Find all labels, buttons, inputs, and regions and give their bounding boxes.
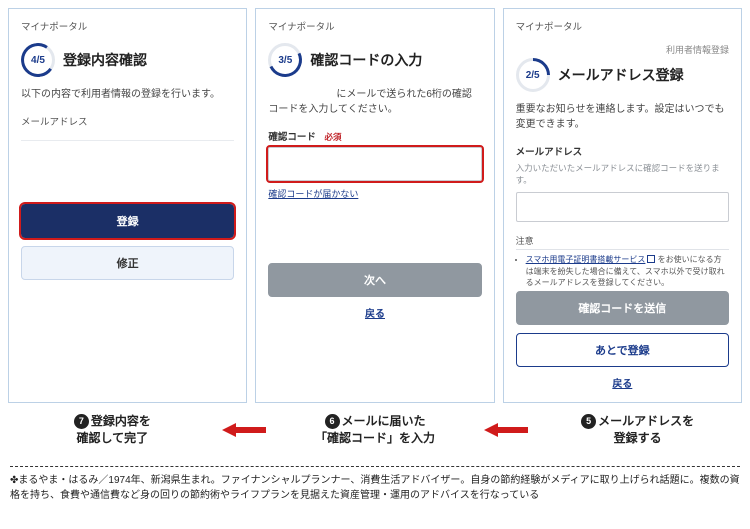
screens-row: マイナポータル 4/5 登録内容確認 以下の内容で利用者情報の登録を行います。 … <box>0 0 750 403</box>
code-label: 確認コード 必須 <box>268 129 481 143</box>
progress-circle-icon: 2/5 <box>516 58 550 92</box>
caption-7: 7登録内容を 確認して完了 <box>8 413 217 448</box>
next-button-label: 次へ <box>364 272 386 288</box>
captions-row: 7登録内容を 確認して完了 6メールに届いた 「確認コード」を入力 5メールアド… <box>0 403 750 462</box>
step-number: 3/5 <box>268 43 302 77</box>
screen-code: マイナポータル 3/5 確認コードの入力 にメールで送られた6桁の確認コードを入… <box>255 8 494 403</box>
later-button-label: あとで登録 <box>595 342 650 358</box>
breadcrumb: 利用者情報登録 <box>516 43 729 56</box>
bio-text: まるやま・はるみ／1974年、新潟県生まれ。ファイナンシャルプランナー、消費生活… <box>10 475 740 502</box>
step-number: 4/5 <box>21 43 55 77</box>
note-title: 注意 <box>516 234 729 250</box>
register-button[interactable]: 登録 <box>21 204 234 238</box>
later-button[interactable]: あとで登録 <box>516 333 729 367</box>
note-list: スマホ用電子証明書搭載サービス をお使いになる方は端末を紛失した場合に備えて、ス… <box>516 254 729 291</box>
page-title: 登録内容確認 <box>63 50 147 70</box>
required-badge: 必須 <box>324 132 341 142</box>
fix-button-label: 修正 <box>117 255 139 271</box>
step-header: 2/5 メールアドレス登録 <box>516 58 729 92</box>
email-help: 入力いただいたメールアドレスに確認コードを送ります。 <box>516 162 729 186</box>
page-description: 重要なお知らせを連絡します。設定はいつでも変更できます。 <box>516 102 729 132</box>
step-header: 3/5 確認コードの入力 <box>268 43 481 77</box>
next-button[interactable]: 次へ <box>268 263 481 297</box>
back-link[interactable]: 戻る <box>268 305 481 320</box>
page-title: メールアドレス登録 <box>558 65 684 85</box>
app-title: マイナポータル <box>268 19 481 33</box>
arrow-left-icon <box>221 423 267 437</box>
author-bio: ✤まるやま・はるみ／1974年、新潟県生まれ。ファイナンシャルプランナー、消費生… <box>10 466 740 504</box>
progress-circle-icon: 3/5 <box>268 43 302 77</box>
app-title: マイナポータル <box>21 19 234 33</box>
step-badge-icon: 5 <box>581 414 596 429</box>
caption-6: 6メールに届いた 「確認コード」を入力 <box>271 413 480 448</box>
send-code-button-label: 確認コードを送信 <box>578 300 666 316</box>
smartphone-cert-service-link[interactable]: スマホ用電子証明書搭載サービス <box>526 255 646 264</box>
code-not-received-link[interactable]: 確認コードが届かない <box>268 187 481 200</box>
step-badge-icon: 7 <box>74 414 89 429</box>
register-button-label: 登録 <box>117 213 139 229</box>
screen-confirm: マイナポータル 4/5 登録内容確認 以下の内容で利用者情報の登録を行います。 … <box>8 8 247 403</box>
step-header: 4/5 登録内容確認 <box>21 43 234 77</box>
email-label: メールアドレス <box>21 114 234 128</box>
fix-button[interactable]: 修正 <box>21 246 234 280</box>
email-input[interactable] <box>516 192 729 222</box>
page-title: 確認コードの入力 <box>310 50 422 70</box>
progress-circle-icon: 4/5 <box>21 43 55 77</box>
email-label: メールアドレス <box>516 144 729 158</box>
page-description: 以下の内容で利用者情報の登録を行います。 <box>21 87 234 102</box>
arrow-left-icon <box>483 423 529 437</box>
note-item: スマホ用電子証明書搭載サービス をお使いになる方は端末を紛失した場合に備えて、ス… <box>526 254 729 289</box>
divider <box>21 140 234 141</box>
external-link-icon <box>647 255 655 263</box>
send-code-button[interactable]: 確認コードを送信 <box>516 291 729 325</box>
back-link[interactable]: 戻る <box>516 375 729 390</box>
code-input[interactable] <box>268 147 481 181</box>
screen-email: マイナポータル 利用者情報登録 2/5 メールアドレス登録 重要なお知らせを連絡… <box>503 8 742 403</box>
step-number: 2/5 <box>516 58 550 92</box>
caption-5: 5メールアドレスを 登録する <box>533 413 742 448</box>
page-description: にメールで送られた6桁の確認コードを入力してください。 <box>268 87 481 117</box>
step-badge-icon: 6 <box>325 414 340 429</box>
app-title: マイナポータル <box>516 19 729 33</box>
